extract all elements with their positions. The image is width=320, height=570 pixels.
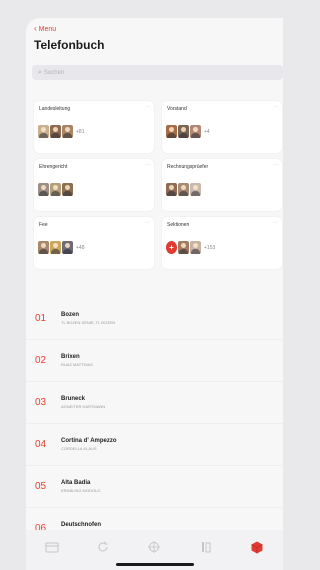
tab-compass[interactable] <box>144 540 164 554</box>
more-icon: ⋯ <box>273 162 278 168</box>
group-title: Sektionen <box>167 222 190 228</box>
section-contact: RUAZ MATTHIAS <box>61 362 93 367</box>
member-count: +153 <box>204 244 216 251</box>
book-icon <box>201 542 211 553</box>
avatar <box>38 183 49 196</box>
back-label: Menu <box>38 25 57 33</box>
avatar <box>62 125 73 138</box>
avatar <box>166 125 177 138</box>
page-title: Telefonbuch <box>34 38 105 52</box>
group-card-sektionen[interactable]: Sektionen ⋯ + +153 <box>162 217 282 269</box>
search-placeholder: Suchen <box>43 69 65 76</box>
more-icon: ⋯ <box>273 104 278 110</box>
avatar <box>38 241 49 254</box>
group-card-ehrengericht[interactable]: Ehrengericht ⋯ <box>34 159 154 211</box>
avatar <box>190 183 201 196</box>
section-contact: CORDELLA KLAUS <box>61 446 97 451</box>
group-grid: Landesleitung ⋯ +81 Vorstand ⋯ +4 Ehreng… <box>34 101 283 269</box>
tab-book[interactable] <box>196 540 216 554</box>
avatar <box>166 183 177 196</box>
section-name: Bruneck <box>61 396 86 402</box>
avatar <box>50 183 61 196</box>
section-contact: AGNEITER HARTMANN <box>61 404 106 409</box>
member-count: +48 <box>76 244 85 251</box>
avatar <box>62 183 73 196</box>
section-number: 05 <box>35 481 47 492</box>
plus-icon: + <box>166 241 177 254</box>
section-number: 02 <box>35 355 47 366</box>
tab-calendar[interactable] <box>42 540 62 554</box>
search-input[interactable]: ⌕ Suchen <box>32 65 283 80</box>
refresh-icon <box>98 541 108 552</box>
group-card-fee[interactable]: Fee ⋯ +48 <box>34 217 154 269</box>
group-title: Ehrengericht <box>39 164 68 170</box>
member-count: +4 <box>204 128 210 135</box>
avatar-stack: +81 <box>38 125 84 138</box>
section-number: 04 <box>35 439 47 450</box>
section-name: Brixen <box>61 354 80 360</box>
avatar-stack <box>166 183 202 196</box>
tab-cube[interactable] <box>247 540 267 554</box>
tab-refresh[interactable] <box>93 540 113 554</box>
chevron-left-icon: ‹ <box>34 24 37 33</box>
member-count: +81 <box>76 128 85 135</box>
more-icon: ⋯ <box>273 220 278 226</box>
more-icon: ⋯ <box>145 162 150 168</box>
group-title: Fee <box>39 222 48 228</box>
section-name: Alta Badia <box>61 480 91 486</box>
more-icon: ⋯ <box>145 220 150 226</box>
group-card-landesleitung[interactable]: Landesleitung ⋯ +81 <box>34 101 154 153</box>
back-button[interactable]: ‹ Menu <box>34 25 56 33</box>
section-name: Bozen <box>61 312 79 318</box>
cube-icon <box>251 541 263 553</box>
avatar-stack <box>38 183 74 196</box>
group-title: Vorstand <box>167 106 187 112</box>
section-name: Cortina d' Ampezzo <box>61 438 117 444</box>
list-item[interactable]: 04 Cortina d' Ampezzo CORDELLA KLAUS <box>26 424 283 466</box>
group-title: Landesleitung <box>39 106 71 112</box>
compass-icon <box>148 541 161 553</box>
home-indicator <box>116 563 194 566</box>
list-item[interactable]: 03 Bruneck AGNEITER HARTMANN <box>26 382 283 424</box>
search-icon: ⌕ <box>38 68 42 76</box>
avatar <box>178 241 189 254</box>
avatar <box>190 125 201 138</box>
list-item[interactable]: 01 Bozen TL BOZEN SENIE, TL BOZEN <box>26 298 283 340</box>
group-title: Rechnungsprüefer <box>167 164 209 170</box>
avatar <box>178 183 189 196</box>
section-contact: ERNBLING MODOLO <box>61 488 101 493</box>
group-card-rechnungspruefer[interactable]: Rechnungsprüefer ⋯ <box>162 159 282 211</box>
list-item[interactable]: 02 Brixen RUAZ MATTHIAS <box>26 340 283 382</box>
app-screen: ‹ Menu Telefonbuch ⌕ Suchen Landesleitun… <box>26 18 283 570</box>
avatar <box>62 241 73 254</box>
avatar-stack: +4 <box>166 125 210 138</box>
avatar-stack: + +153 <box>166 241 215 254</box>
section-number: 01 <box>35 313 47 324</box>
section-list: 01 Bozen TL BOZEN SENIE, TL BOZEN 02 Bri… <box>26 298 283 550</box>
avatar <box>50 125 61 138</box>
avatar-stack: +48 <box>38 241 84 254</box>
group-card-vorstand[interactable]: Vorstand ⋯ +4 <box>162 101 282 153</box>
list-item[interactable]: 05 Alta Badia ERNBLING MODOLO <box>26 466 283 508</box>
calendar-icon <box>45 542 59 553</box>
avatar <box>38 125 49 138</box>
section-contact: TL BOZEN SENIE, TL BOZEN <box>61 320 116 325</box>
section-number: 03 <box>35 397 47 408</box>
section-name: Deutschnofen <box>61 522 102 528</box>
more-icon: ⋯ <box>145 104 150 110</box>
avatar <box>50 241 61 254</box>
avatar <box>190 241 201 254</box>
avatar <box>178 125 189 138</box>
